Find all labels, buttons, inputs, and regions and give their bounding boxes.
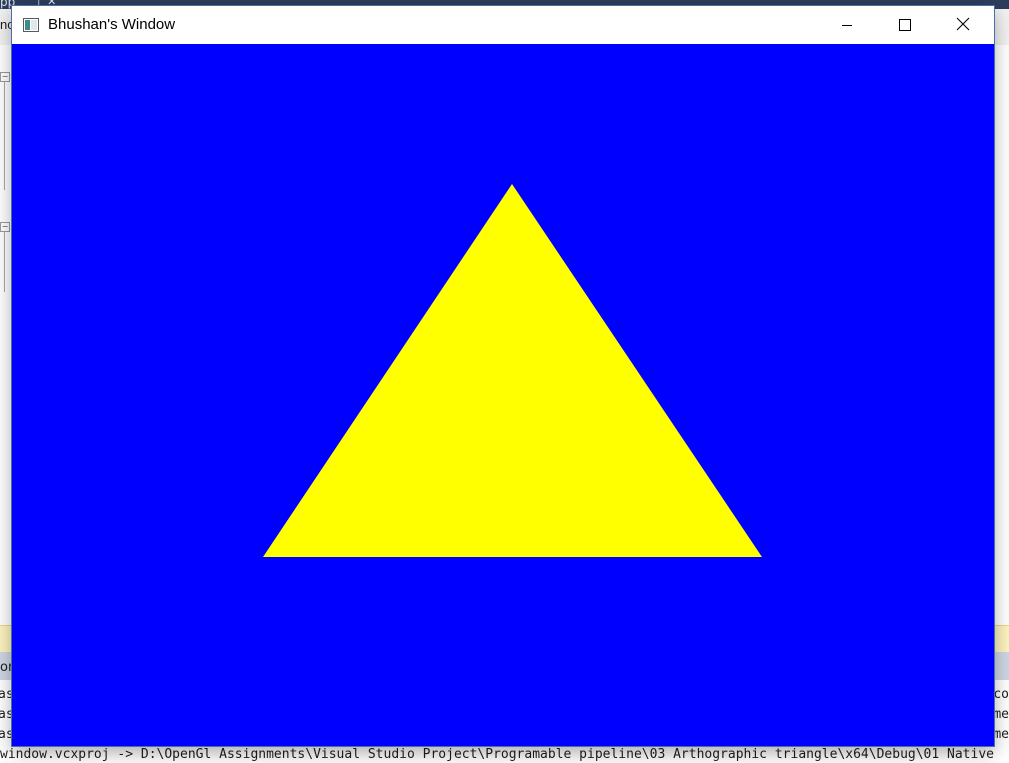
app-window[interactable]: Bhushan's Window <box>12 6 994 746</box>
collapse-toggle-icon[interactable]: − <box>0 72 10 82</box>
yellow-triangle <box>263 184 762 557</box>
close-button[interactable] <box>934 6 992 44</box>
collapse-toggle-icon[interactable]: − <box>0 222 10 232</box>
output-build-line: window.vcxproj -> D:\OpenGl Assignments\… <box>0 747 994 762</box>
maximize-button[interactable] <box>876 6 934 44</box>
window-title: Bhushan's Window <box>48 16 176 33</box>
output-line-fragment: co <box>993 687 1009 702</box>
maximize-icon <box>899 16 911 35</box>
minimize-icon <box>841 16 853 35</box>
output-line-fragment: me <box>993 707 1009 722</box>
minimize-button[interactable] <box>818 6 876 44</box>
output-line-fragment: me <box>993 727 1009 742</box>
render-canvas[interactable] <box>12 44 994 746</box>
outline-guide <box>4 232 5 292</box>
app-window-icon[interactable] <box>23 17 39 32</box>
outline-guide <box>4 82 5 190</box>
window-title-bar[interactable]: Bhushan's Window <box>12 6 994 44</box>
scene-svg <box>263 184 762 557</box>
close-icon <box>956 16 970 35</box>
